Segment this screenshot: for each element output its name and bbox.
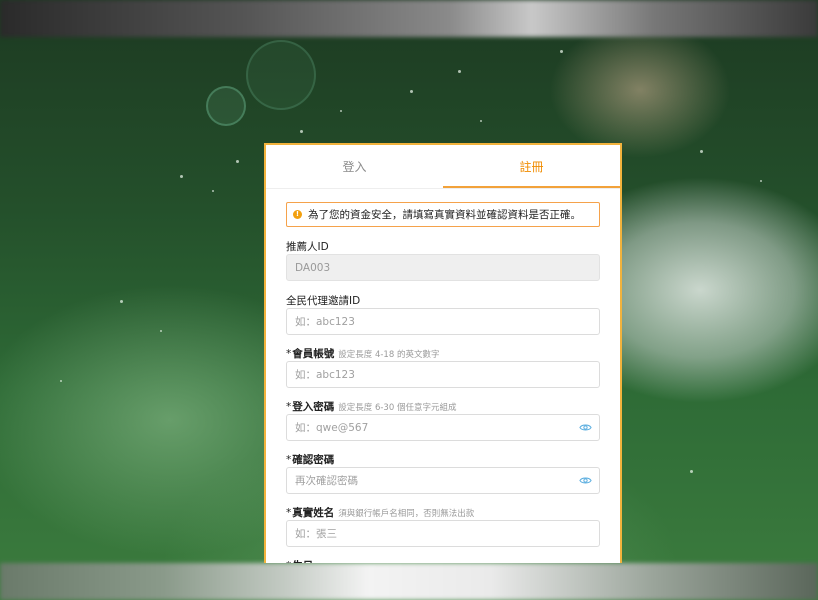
real-name-label-text: 真實姓名	[292, 507, 335, 519]
required-mark: *	[286, 507, 292, 519]
real-name-field: *真實姓名 須與銀行帳戶名相同，否則無法出款 如：張三	[286, 506, 600, 547]
register-panel: 登入 註冊 ! 為了您的資金安全，請填寫真實資料並確認資料是否正確。 推薦人ID…	[264, 143, 622, 563]
background-spray	[560, 50, 563, 53]
real-name-placeholder: 如：張三	[295, 528, 337, 540]
eye-icon[interactable]	[579, 475, 592, 486]
background-spray	[410, 90, 413, 93]
password-hint: 設定長度 6-30 個任意字元組成	[338, 403, 457, 413]
background-spray	[690, 470, 693, 473]
referrer-input[interactable]: DA003	[286, 254, 600, 281]
background-spray	[340, 110, 342, 112]
bottom-blur-band	[0, 563, 818, 600]
auth-tabs: 登入 註冊	[266, 145, 620, 189]
confirm-password-label-text: 確認密碼	[292, 454, 335, 466]
background-spray	[236, 160, 239, 163]
birthday-label-text: 生日	[292, 560, 313, 563]
account-input[interactable]: 如：abc123	[286, 361, 600, 388]
required-mark: *	[286, 401, 292, 413]
agent-invite-label: 全民代理邀請ID	[286, 295, 361, 307]
background-bokeh	[246, 40, 316, 110]
background-spray	[60, 380, 62, 382]
background-spray	[458, 70, 461, 73]
eye-icon[interactable]	[579, 422, 592, 433]
security-notice: ! 為了您的資金安全，請填寫真實資料並確認資料是否正確。	[286, 202, 600, 227]
account-hint: 設定長度 4-18 的英文數字	[338, 350, 440, 360]
background-spray	[480, 120, 482, 122]
password-label: *登入密碼 設定長度 6-30 個任意字元組成	[286, 400, 600, 414]
required-mark: *	[286, 560, 291, 563]
required-mark: *	[286, 454, 292, 466]
background-spray	[212, 190, 214, 192]
account-label: *會員帳號 設定長度 4-18 的英文數字	[286, 347, 600, 361]
background-spray	[300, 130, 303, 133]
real-name-hint: 須與銀行帳戶名相同，否則無法出款	[338, 509, 475, 519]
password-label-text: 登入密碼	[292, 401, 335, 413]
agent-invite-input[interactable]: 如：abc123	[286, 308, 600, 335]
required-mark: *	[286, 348, 292, 360]
real-name-label: *真實姓名 須與銀行帳戶名相同，否則無法出款	[286, 506, 600, 520]
agent-invite-field: 全民代理邀請ID 如：abc123	[286, 294, 600, 335]
background-bokeh	[206, 86, 246, 126]
tab-register[interactable]: 註冊	[443, 145, 620, 188]
birthday-label: *生日	[286, 559, 600, 563]
background-spray	[180, 175, 183, 178]
tab-login[interactable]: 登入	[266, 145, 443, 188]
password-placeholder: 如：qwe@567	[295, 422, 369, 434]
birthday-field: *生日	[286, 559, 600, 563]
info-icon: !	[293, 210, 302, 219]
password-field: *登入密碼 設定長度 6-30 個任意字元組成 如：qwe@567	[286, 400, 600, 441]
account-field: *會員帳號 設定長度 4-18 的英文數字 如：abc123	[286, 347, 600, 388]
account-label-text: 會員帳號	[292, 348, 335, 360]
top-blur-band	[0, 0, 818, 37]
background-spray	[700, 150, 703, 153]
referrer-value: DA003	[295, 261, 331, 274]
account-placeholder: 如：abc123	[295, 369, 355, 381]
agent-invite-placeholder: 如：abc123	[295, 316, 355, 328]
background-spray	[120, 300, 123, 303]
background-spray	[760, 180, 762, 182]
confirm-password-placeholder: 再次確認密碼	[295, 475, 358, 487]
confirm-password-field: *確認密碼 再次確認密碼	[286, 453, 600, 494]
referrer-label: 推薦人ID	[286, 241, 329, 253]
confirm-password-label: *確認密碼	[286, 453, 600, 467]
background-spray	[160, 330, 162, 332]
notice-text: 為了您的資金安全，請填寫真實資料並確認資料是否正確。	[308, 209, 581, 221]
real-name-input[interactable]: 如：張三	[286, 520, 600, 547]
referrer-field: 推薦人ID DA003	[286, 240, 600, 281]
confirm-password-input[interactable]: 再次確認密碼	[286, 467, 600, 494]
password-input[interactable]: 如：qwe@567	[286, 414, 600, 441]
